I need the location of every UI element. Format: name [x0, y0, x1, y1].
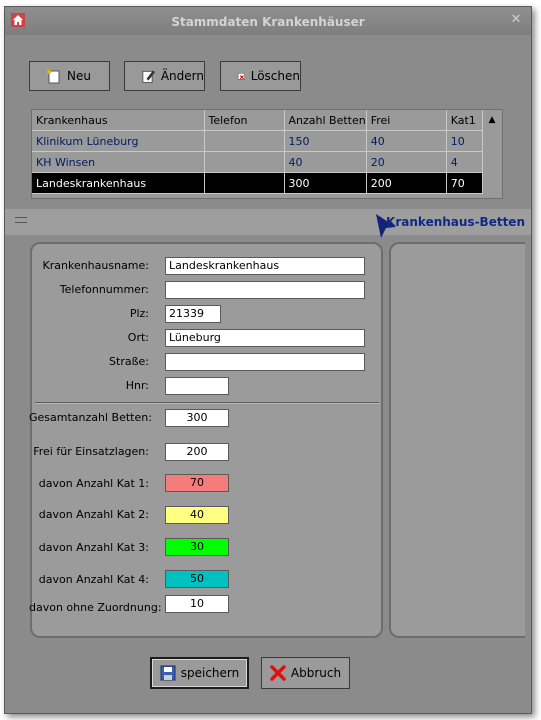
- main-window: Stammdaten Krankenhäuser ✕ Neu Ändern Lö…: [4, 6, 532, 714]
- cancel-button[interactable]: Abbruch: [261, 657, 350, 689]
- total-beds-label: Gesamtanzahl Betten:: [29, 411, 152, 424]
- panel-header: Krankenhaus-Betten: [5, 209, 531, 238]
- cancel-x-icon: [270, 665, 286, 681]
- edit-pencil-icon: [142, 70, 155, 83]
- cell-free: 200: [366, 172, 447, 194]
- cell-beds: 150: [284, 130, 367, 152]
- cell-beds: 40: [284, 151, 367, 173]
- free-beds-field[interactable]: 200: [165, 443, 229, 461]
- delete-icon: [237, 72, 245, 80]
- kat4-field[interactable]: 50: [165, 570, 229, 588]
- name-label: Krankenhausname:: [42, 259, 149, 272]
- collapse-grip-icon[interactable]: [15, 217, 27, 223]
- cell-hospital: Klinikum Lüneburg: [32, 130, 205, 152]
- column-header[interactable]: Telefon: [204, 110, 285, 131]
- cell-beds: 300: [284, 172, 367, 194]
- edit-button[interactable]: Ändern: [124, 61, 205, 91]
- table-row[interactable]: Klinikum Lüneburg 150 40 10: [32, 130, 483, 152]
- cell-hospital: Landeskrankenhaus: [32, 172, 205, 194]
- new-document-icon: [47, 70, 60, 84]
- phone-field[interactable]: [165, 281, 365, 299]
- save-button[interactable]: speichern: [150, 657, 249, 689]
- table-row-selected[interactable]: Landeskrankenhaus 300 200 70: [32, 172, 483, 194]
- kat4-label: davon Anzahl Kat 4:: [38, 573, 149, 586]
- table-row[interactable]: KH Winsen 40 20 4: [32, 151, 483, 173]
- house-number-field[interactable]: [165, 377, 229, 395]
- scroll-up-icon[interactable]: ▲: [484, 112, 500, 128]
- hospital-name-field[interactable]: Landeskrankenhaus: [165, 257, 365, 275]
- free-beds-label: Frei für Einsatzlagen:: [33, 445, 149, 458]
- column-header[interactable]: Anzahl Betten: [284, 110, 367, 131]
- kat1-field[interactable]: 70: [165, 474, 229, 492]
- cell-phone: [204, 130, 285, 152]
- street-label: Straße:: [109, 355, 149, 368]
- city-label: Ort:: [127, 331, 149, 344]
- column-header[interactable]: Kat1: [446, 110, 483, 131]
- kat3-field[interactable]: 30: [165, 538, 229, 556]
- new-button-label: Neu: [67, 69, 91, 83]
- street-field[interactable]: [165, 353, 365, 371]
- panel-title: Krankenhaus-Betten: [386, 215, 525, 229]
- side-panel: [389, 242, 525, 638]
- cancel-button-label: Abbruch: [290, 666, 342, 680]
- kat2-label: davon Anzahl Kat 2:: [38, 508, 149, 521]
- cell-kat1: 70: [446, 172, 483, 194]
- unassigned-field[interactable]: 10: [165, 595, 229, 613]
- plz-field[interactable]: 21339: [165, 305, 221, 323]
- save-button-label: speichern: [180, 666, 240, 680]
- plz-label: Plz:: [129, 307, 149, 320]
- delete-button[interactable]: Löschen: [220, 61, 301, 91]
- close-icon[interactable]: ✕: [509, 13, 523, 27]
- unassigned-label: davon ohne Zuordnung:: [29, 601, 162, 614]
- table-header: Krankenhaus Telefon Anzahl Betten Frei K…: [32, 110, 483, 131]
- column-header[interactable]: Frei: [366, 110, 447, 131]
- cell-kat1: 10: [446, 130, 483, 152]
- floppy-disk-icon: [160, 665, 176, 681]
- cell-kat1: 4: [446, 151, 483, 173]
- cell-free: 40: [366, 130, 447, 152]
- section-divider: [35, 402, 379, 404]
- new-button[interactable]: Neu: [29, 61, 110, 91]
- total-beds-field[interactable]: 300: [165, 409, 229, 427]
- city-field[interactable]: Lüneburg: [165, 329, 365, 347]
- cell-free: 20: [366, 151, 447, 173]
- cell-phone: [204, 151, 285, 173]
- edit-button-label: Ändern: [160, 69, 204, 83]
- column-header[interactable]: Krankenhaus: [32, 110, 205, 131]
- cell-phone: [204, 172, 285, 194]
- window-title: Stammdaten Krankenhäuser: [171, 15, 365, 29]
- kat3-label: davon Anzahl Kat 3:: [38, 541, 149, 554]
- title-bar[interactable]: Stammdaten Krankenhäuser ✕: [5, 7, 531, 35]
- hospital-table[interactable]: Krankenhaus Telefon Anzahl Betten Frei K…: [31, 109, 503, 199]
- delete-button-label: Löschen: [250, 69, 300, 83]
- kat1-label: davon Anzahl Kat 1:: [38, 477, 149, 490]
- kat2-field[interactable]: 40: [165, 506, 229, 524]
- phone-label: Telefonnummer:: [59, 283, 149, 296]
- cell-hospital: KH Winsen: [32, 151, 205, 173]
- house-number-label: Hnr:: [125, 379, 149, 392]
